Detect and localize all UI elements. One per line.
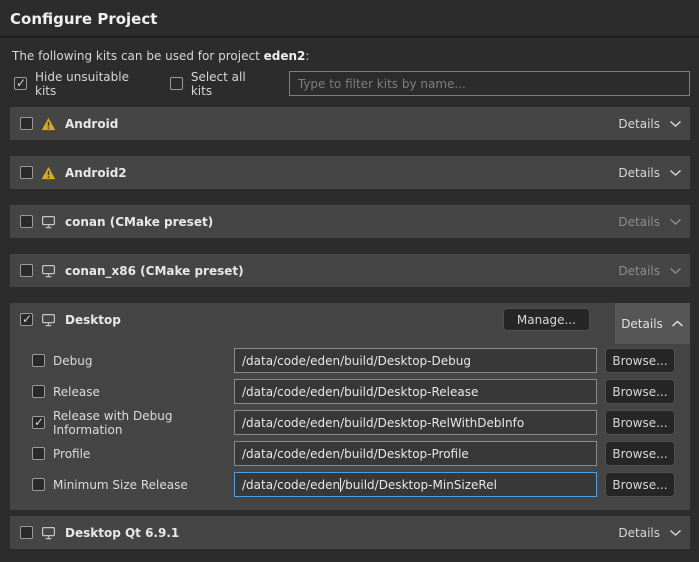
kit-name: conan (CMake preset) xyxy=(65,215,213,229)
kit-row-desktop: Desktop Manage... Details xyxy=(10,303,690,336)
manage-kits-button[interactable]: Manage... xyxy=(503,308,590,331)
build-config-row-profile: Profile /data/code/eden/build/Desktop-Pr… xyxy=(22,441,675,466)
kit-row-android2: Android2 Details xyxy=(10,156,690,189)
checkbox-unchecked-icon xyxy=(170,77,183,90)
details-label: Details xyxy=(618,166,660,180)
details-label: Details xyxy=(618,117,660,131)
checkbox-checked-icon xyxy=(14,77,27,90)
browse-button[interactable]: Browse... xyxy=(605,348,675,373)
chevron-up-icon xyxy=(671,320,684,328)
desktop-icon xyxy=(41,215,56,229)
chevron-down-icon xyxy=(669,120,682,128)
browse-button[interactable]: Browse... xyxy=(605,441,675,466)
details-label: Details xyxy=(618,264,660,278)
details-toggle[interactable]: Details xyxy=(618,526,682,540)
hide-unsuitable-kits-label: Hide unsuitable kits xyxy=(35,70,146,98)
details-toggle[interactable]: Details xyxy=(618,215,682,229)
kit-name: Android2 xyxy=(65,166,127,180)
chevron-down-icon xyxy=(669,267,682,275)
browse-button[interactable]: Browse... xyxy=(605,379,675,404)
chevron-down-icon xyxy=(669,529,682,537)
build-config-row-minsizerel: Minimum Size Release /data/code/eden /bu… xyxy=(22,472,675,497)
kit-checkbox[interactable] xyxy=(20,166,33,179)
build-dir-value: /data/code/eden/build/Desktop-RelWithDeb… xyxy=(242,416,524,430)
build-dir-value: /data/code/eden/build/Desktop-Release xyxy=(242,385,478,399)
desktop-icon xyxy=(41,264,56,278)
build-dir-value-before-caret: /data/code/eden xyxy=(242,478,340,492)
build-dir-input-relwithdebinfo[interactable]: /data/code/eden/build/Desktop-RelWithDeb… xyxy=(234,410,597,435)
build-config-label: Release with Debug Information xyxy=(53,409,234,437)
details-label: Details xyxy=(618,215,660,229)
details-label: Details xyxy=(621,317,663,331)
build-dir-input-profile[interactable]: /data/code/eden/build/Desktop-Profile xyxy=(234,441,597,466)
build-config-label: Minimum Size Release xyxy=(53,478,188,492)
hide-unsuitable-kits-checkbox[interactable]: Hide unsuitable kits xyxy=(14,70,146,98)
kit-checkbox[interactable] xyxy=(20,117,33,130)
kit-checkbox[interactable] xyxy=(20,264,33,277)
kit-name: conan_x86 (CMake preset) xyxy=(65,264,244,278)
build-dir-input-debug[interactable]: /data/code/eden/build/Desktop-Debug xyxy=(234,348,597,373)
details-toggle-expanded[interactable]: Details xyxy=(615,303,690,344)
kit-checkbox[interactable] xyxy=(20,526,33,539)
project-name: eden2 xyxy=(264,49,306,63)
build-config-row-relwithdebinfo: Release with Debug Information /data/cod… xyxy=(22,410,675,435)
warning-icon xyxy=(41,166,56,180)
intro-text-before: The following kits can be used for proje… xyxy=(12,49,264,63)
build-config-label-wrap: Debug xyxy=(32,354,234,368)
build-config-label-wrap: Release with Debug Information xyxy=(32,409,234,437)
details-toggle[interactable]: Details xyxy=(618,264,682,278)
kit-section-desktop: Desktop Manage... Details Debug /data/co… xyxy=(10,303,690,510)
kit-row-conan: conan (CMake preset) Details xyxy=(10,205,690,238)
build-config-checkbox[interactable] xyxy=(32,385,45,398)
build-dir-value: /data/code/eden/build/Desktop-Debug xyxy=(242,354,471,368)
kit-checkbox[interactable] xyxy=(20,313,33,326)
kit-controls-bar: Hide unsuitable kits Select all kits xyxy=(14,71,690,96)
kit-row-conan-x86: conan_x86 (CMake preset) Details xyxy=(10,254,690,287)
title-separator xyxy=(0,36,699,38)
build-config-label: Debug xyxy=(53,354,92,368)
build-dir-input-minsizerel[interactable]: /data/code/eden /build/Desktop-MinSizeRe… xyxy=(234,472,597,497)
kit-name: Desktop xyxy=(65,313,121,327)
build-dir-value-after-caret: /build/Desktop-MinSizeRel xyxy=(341,478,497,492)
desktop-icon xyxy=(41,526,56,540)
build-config-row-debug: Debug /data/code/eden/build/Desktop-Debu… xyxy=(22,348,675,373)
build-config-label-wrap: Minimum Size Release xyxy=(32,478,234,492)
select-all-kits-checkbox[interactable]: Select all kits xyxy=(170,70,265,98)
build-config-label-wrap: Release xyxy=(32,385,234,399)
page-title: Configure Project xyxy=(10,10,157,28)
chevron-down-icon xyxy=(669,169,682,177)
details-toggle[interactable]: Details xyxy=(618,117,682,131)
build-dir-input-release[interactable]: /data/code/eden/build/Desktop-Release xyxy=(234,379,597,404)
kit-row-android: Android Details xyxy=(10,107,690,140)
browse-button[interactable]: Browse... xyxy=(605,472,675,497)
kit-filter-input[interactable] xyxy=(289,71,690,96)
kit-checkbox[interactable] xyxy=(20,215,33,228)
build-config-label-wrap: Profile xyxy=(32,447,234,461)
browse-button[interactable]: Browse... xyxy=(605,410,675,435)
configure-project-page: Configure Project The following kits can… xyxy=(0,0,699,562)
intro-text: The following kits can be used for proje… xyxy=(12,49,309,63)
build-config-checkbox[interactable] xyxy=(32,416,45,429)
build-config-list: Debug /data/code/eden/build/Desktop-Debu… xyxy=(22,348,675,497)
kit-row-desktop-qt: Desktop Qt 6.9.1 Details xyxy=(10,516,690,549)
chevron-down-icon xyxy=(669,218,682,226)
build-config-label: Profile xyxy=(53,447,90,461)
details-toggle[interactable]: Details xyxy=(618,166,682,180)
build-config-checkbox[interactable] xyxy=(32,478,45,491)
warning-icon xyxy=(41,117,56,131)
build-dir-value: /data/code/eden/build/Desktop-Profile xyxy=(242,447,469,461)
desktop-icon xyxy=(41,313,56,327)
build-config-label: Release xyxy=(53,385,100,399)
build-config-checkbox[interactable] xyxy=(32,447,45,460)
kit-name: Android xyxy=(65,117,118,131)
select-all-kits-label: Select all kits xyxy=(191,70,265,98)
kit-name: Desktop Qt 6.9.1 xyxy=(65,526,179,540)
build-config-row-release: Release /data/code/eden/build/Desktop-Re… xyxy=(22,379,675,404)
intro-text-after: : xyxy=(305,49,309,63)
details-label: Details xyxy=(618,526,660,540)
build-config-checkbox[interactable] xyxy=(32,354,45,367)
